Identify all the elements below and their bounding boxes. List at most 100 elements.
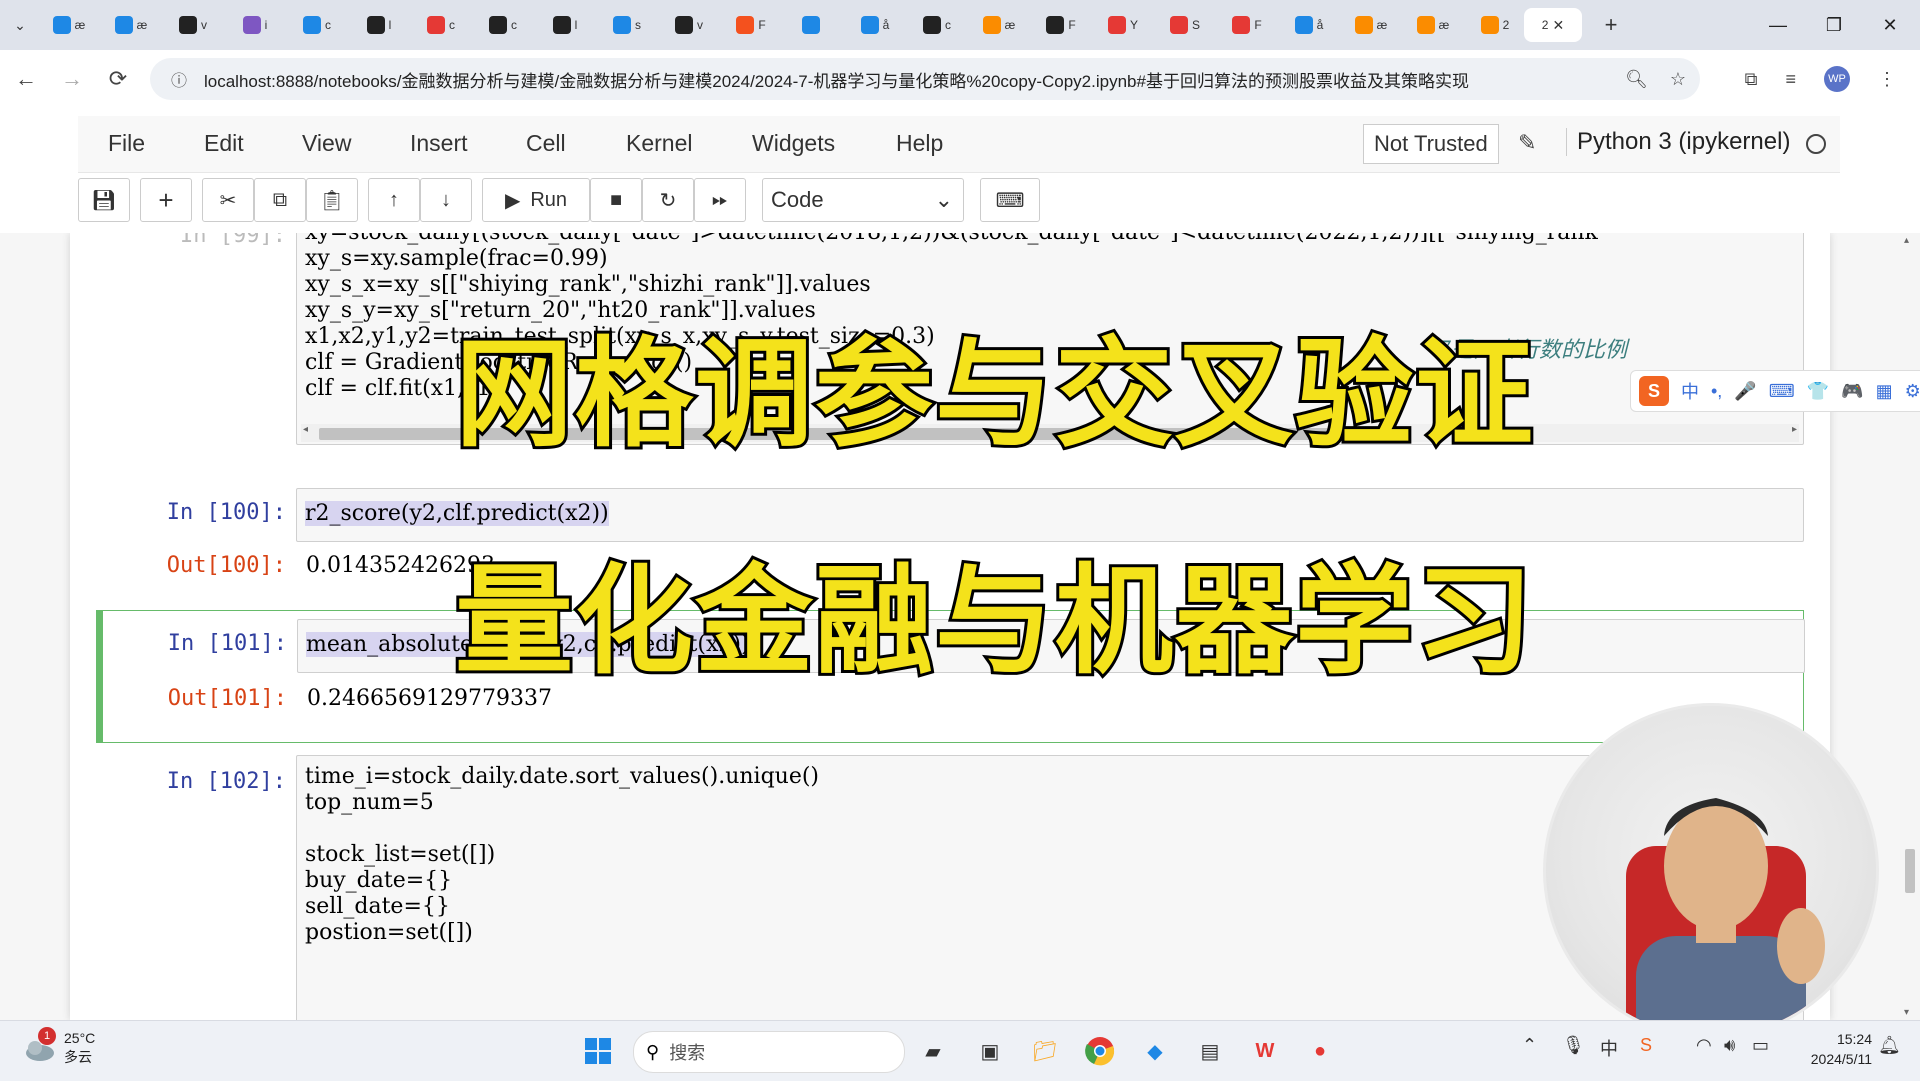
- browser-tab[interactable]: c: [908, 8, 966, 42]
- browser-tab[interactable]: s: [598, 8, 656, 42]
- restart-run-all-button[interactable]: ⏩︎: [694, 178, 746, 222]
- scrollbar-thumb[interactable]: [1905, 849, 1915, 893]
- interrupt-button[interactable]: ■: [590, 178, 642, 222]
- browser-tab[interactable]: F: [1218, 8, 1276, 42]
- forward-button[interactable]: →: [52, 59, 92, 99]
- task-view-icon[interactable]: ▰: [915, 1033, 951, 1069]
- tab-close-icon[interactable]: ✕: [1552, 17, 1564, 34]
- cell-type-select[interactable]: Code ⌄: [762, 178, 964, 222]
- cell-code[interactable]: r2_score(y2,clf.predict(x2)): [297, 489, 1803, 529]
- browser-tab[interactable]: 2: [1466, 8, 1524, 42]
- cmd-app-icon[interactable]: ▤: [1192, 1033, 1228, 1069]
- battery-icon[interactable]: ▭: [1752, 1035, 1769, 1056]
- reload-button[interactable]: ⟳: [98, 59, 138, 99]
- notification-bell-icon[interactable]: 🔔︎: [1878, 1035, 1901, 1056]
- url-text[interactable]: localhost:8888/notebooks/金融数据分析与建模/金融数据分…: [204, 67, 1584, 92]
- ime-apps-icon[interactable]: ▦: [1876, 381, 1893, 402]
- sogou-tray-icon[interactable]: S: [1640, 1035, 1652, 1056]
- vertical-scrollbar[interactable]: ▴ ▾: [1900, 233, 1920, 1020]
- tab-active[interactable]: 2 ✕: [1524, 8, 1582, 42]
- ime-settings-icon[interactable]: ⚙: [1905, 381, 1920, 402]
- scroll-up-icon[interactable]: ▴: [1904, 235, 1909, 246]
- profile-avatar[interactable]: WP: [1824, 66, 1850, 92]
- ime-keyboard-icon[interactable]: ⌨: [1769, 381, 1795, 402]
- insert-cell-button[interactable]: +: [140, 178, 192, 222]
- trust-status-button[interactable]: Not Trusted: [1363, 124, 1499, 164]
- keyboard-shortcuts-button[interactable]: ⌨: [980, 178, 1040, 222]
- browser-tab[interactable]: S: [1156, 8, 1214, 42]
- bookmark-star-icon[interactable]: ☆: [1670, 69, 1686, 90]
- menu-widgets[interactable]: Widgets: [752, 130, 835, 157]
- browser-tab[interactable]: F: [1032, 8, 1090, 42]
- browser-tab[interactable]: l: [350, 8, 408, 42]
- recorder-app-icon[interactable]: ●: [1302, 1033, 1338, 1069]
- menu-view[interactable]: View: [302, 130, 351, 157]
- scroll-right-icon[interactable]: ▸: [1792, 424, 1797, 435]
- browser-tab[interactable]: å: [846, 8, 904, 42]
- site-info-icon[interactable]: ⓘ: [164, 67, 194, 91]
- window-maximize-button[interactable]: ❐: [1806, 0, 1862, 50]
- window-close-button[interactable]: ✕: [1862, 0, 1918, 50]
- menu-file[interactable]: File: [108, 130, 145, 157]
- ime-skin-icon[interactable]: 👕: [1807, 381, 1829, 402]
- browser-tab[interactable]: v: [660, 8, 718, 42]
- browser-tab[interactable]: c: [412, 8, 470, 42]
- media-control-icon[interactable]: ≡: [1785, 69, 1796, 90]
- browser-tab[interactable]: v: [164, 8, 222, 42]
- chrome-icon[interactable]: [1082, 1033, 1118, 1069]
- tray-overflow-icon[interactable]: ⌃: [1522, 1035, 1537, 1056]
- browser-tab[interactable]: æ: [102, 8, 160, 42]
- restart-button[interactable]: ↻: [642, 178, 694, 222]
- browser-tab[interactable]: [784, 8, 842, 42]
- weather-widget[interactable]: 1 25°C 多云: [22, 1027, 95, 1067]
- edit-pencil-icon[interactable]: ✎: [1518, 130, 1536, 156]
- ime-lang-indicator[interactable]: 中: [1600, 1035, 1618, 1061]
- wps-app-icon[interactable]: W: [1247, 1033, 1283, 1069]
- scroll-left-icon[interactable]: ◂: [303, 424, 308, 435]
- feishu-app-icon[interactable]: ◆: [1137, 1033, 1173, 1069]
- move-up-button[interactable]: ↑: [368, 178, 420, 222]
- omnibox[interactable]: ⓘ localhost:8888/notebooks/金融数据分析与建模/金融数…: [150, 58, 1700, 100]
- tab-list-button[interactable]: ⌄: [0, 8, 40, 42]
- window-minimize-button[interactable]: —: [1750, 0, 1806, 50]
- menu-insert[interactable]: Insert: [410, 130, 468, 157]
- paste-button[interactable]: 📋︎: [306, 178, 358, 222]
- cut-button[interactable]: ✂: [202, 178, 254, 222]
- browser-tab[interactable]: i: [226, 8, 284, 42]
- ime-voice-icon[interactable]: 🎤: [1734, 381, 1756, 402]
- browser-tab[interactable]: æ: [1404, 8, 1462, 42]
- sogou-logo-icon[interactable]: S: [1639, 376, 1669, 406]
- menu-edit[interactable]: Edit: [204, 130, 244, 157]
- taskbar-search[interactable]: ⚲ 搜索: [633, 1031, 905, 1073]
- browser-tab[interactable]: æ: [970, 8, 1028, 42]
- system-clock[interactable]: 15:24 2024/5/11: [1811, 1029, 1872, 1069]
- menu-kernel[interactable]: Kernel: [626, 130, 692, 157]
- browser-tab[interactable]: F: [722, 8, 780, 42]
- menu-cell[interactable]: Cell: [526, 130, 566, 157]
- browser-tab[interactable]: å: [1280, 8, 1338, 42]
- volume-icon[interactable]: 🔊︎: [1724, 1035, 1735, 1056]
- ime-game-icon[interactable]: 🎮: [1841, 381, 1863, 402]
- browser-tab[interactable]: c: [474, 8, 532, 42]
- browser-tab[interactable]: Y: [1094, 8, 1152, 42]
- ime-punct-icon[interactable]: •,: [1711, 381, 1722, 402]
- ime-mode[interactable]: 中: [1681, 378, 1699, 404]
- browser-tab[interactable]: l: [536, 8, 594, 42]
- menu-help[interactable]: Help: [896, 130, 943, 157]
- browser-menu-icon[interactable]: ⋮: [1878, 69, 1896, 90]
- save-button[interactable]: 💾︎: [78, 178, 130, 222]
- move-down-button[interactable]: ↓: [420, 178, 472, 222]
- file-explorer-icon[interactable]: 📁︎: [1027, 1033, 1063, 1069]
- terminal-app-icon[interactable]: ▣: [972, 1033, 1008, 1069]
- new-tab-button[interactable]: +: [1582, 8, 1640, 42]
- windows-start-icon[interactable]: [580, 1033, 616, 1069]
- browser-tab[interactable]: æ: [40, 8, 98, 42]
- extensions-icon[interactable]: ⧉: [1745, 69, 1758, 90]
- back-button[interactable]: ←: [6, 59, 46, 99]
- scroll-down-icon[interactable]: ▾: [1904, 1007, 1909, 1018]
- browser-tab[interactable]: æ: [1342, 8, 1400, 42]
- browser-tab[interactable]: c: [288, 8, 346, 42]
- run-button[interactable]: ▶ Run: [482, 178, 590, 222]
- wifi-icon[interactable]: ◠: [1696, 1035, 1712, 1056]
- zoom-icon[interactable]: 🔍︎: [1625, 69, 1648, 90]
